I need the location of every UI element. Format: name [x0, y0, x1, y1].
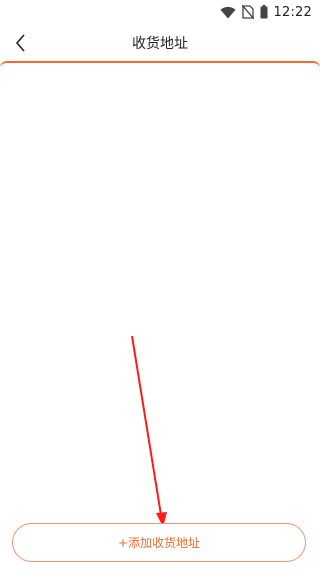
annotation-arrow: [131, 335, 167, 527]
add-address-button[interactable]: +添加收货地址: [12, 523, 306, 562]
